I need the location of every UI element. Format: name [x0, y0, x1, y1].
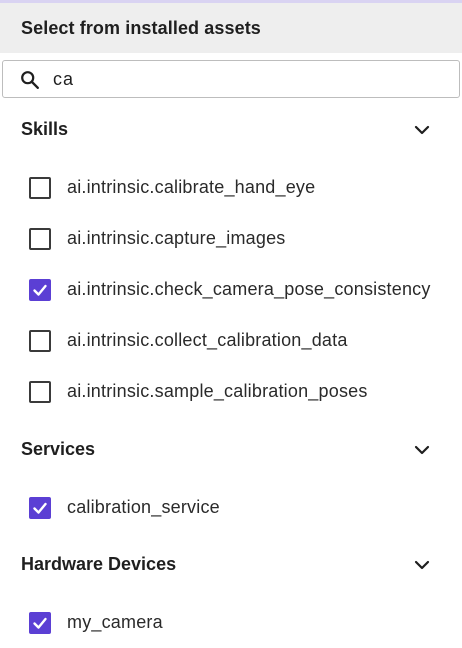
item-label: ai.intrinsic.collect_calibration_data: [67, 330, 348, 350]
item-label: ai.intrinsic.capture_images: [67, 228, 286, 248]
asset-selector-panel: Select from installed assets Skills ai.i…: [0, 0, 462, 648]
section-header-services[interactable]: Services: [0, 434, 462, 464]
checkmark-icon: [33, 502, 47, 514]
section-header-hardware-devices[interactable]: Hardware Devices: [0, 549, 462, 579]
list-item-skill[interactable]: ai.intrinsic.calibrate_hand_eye: [0, 168, 462, 208]
list-item-skill[interactable]: ai.intrinsic.sample_calibration_poses: [0, 372, 462, 412]
list-item-service[interactable]: calibration_service: [0, 488, 462, 528]
checkmark-icon: [33, 617, 47, 629]
chevron-down-icon[interactable]: [412, 120, 432, 140]
list-item-skill[interactable]: ai.intrinsic.collect_calibration_data: [0, 321, 462, 361]
search-input[interactable]: [53, 65, 453, 93]
item-label: calibration_service: [67, 497, 220, 517]
checkbox[interactable]: [29, 279, 51, 301]
checkmark-icon: [33, 284, 47, 296]
section-header-skills[interactable]: Skills: [0, 114, 462, 144]
list-item-skill[interactable]: ai.intrinsic.capture_images: [0, 219, 462, 259]
checkbox[interactable]: [29, 497, 51, 519]
panel-header: Select from installed assets: [0, 3, 462, 53]
search-box[interactable]: [2, 60, 460, 98]
checkbox[interactable]: [29, 381, 51, 403]
item-label: ai.intrinsic.sample_calibration_poses: [67, 381, 368, 401]
checkbox[interactable]: [29, 177, 51, 199]
checkbox[interactable]: [29, 330, 51, 352]
section-title-hardware-devices: Hardware Devices: [21, 553, 177, 574]
chevron-down-icon[interactable]: [412, 440, 432, 460]
item-label: ai.intrinsic.check_camera_pose_consisten…: [67, 279, 431, 299]
search-icon: [21, 71, 39, 89]
checkbox[interactable]: [29, 228, 51, 250]
section-title-services: Services: [21, 438, 96, 459]
list-item-skill[interactable]: ai.intrinsic.check_camera_pose_consisten…: [0, 270, 462, 310]
checkbox[interactable]: [29, 612, 51, 634]
item-label: my_camera: [67, 612, 163, 632]
item-label: ai.intrinsic.calibrate_hand_eye: [67, 177, 316, 197]
section-title-skills: Skills: [21, 118, 69, 139]
list-item-hardware-device[interactable]: my_camera: [0, 603, 462, 643]
panel-title: Select from installed assets: [21, 17, 261, 38]
chevron-down-icon[interactable]: [412, 555, 432, 575]
